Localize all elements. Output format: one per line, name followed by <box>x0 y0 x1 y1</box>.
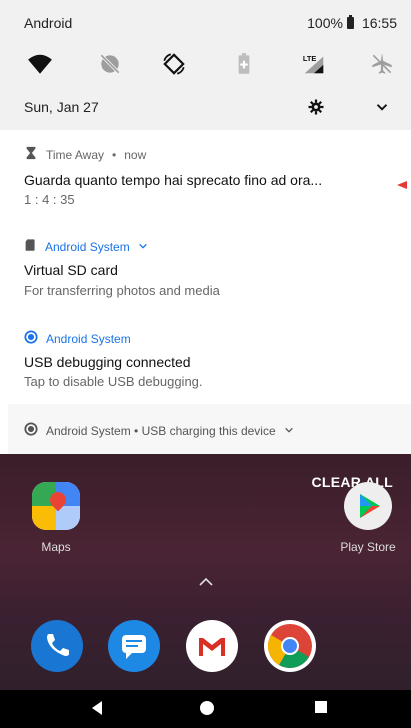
chevron-down-icon[interactable] <box>138 240 148 254</box>
notification-body: Tap to disable USB debugging. <box>24 374 203 389</box>
lte-label: LTE <box>303 54 316 63</box>
separator-dot: • <box>112 147 117 162</box>
notification-title: Virtual SD card <box>24 262 118 278</box>
notification-title: Guarda quanto tempo hai sprecato fino ad… <box>24 172 323 188</box>
app-label: Maps <box>41 540 71 554</box>
date-row: Sun, Jan 27 <box>0 90 411 128</box>
battery-saver-icon[interactable] <box>230 50 258 78</box>
recents-button[interactable] <box>314 700 328 719</box>
chrome-app-icon[interactable] <box>264 620 316 672</box>
gmail-app-icon[interactable] <box>186 620 238 672</box>
notification-header: Time Away • now <box>24 146 146 163</box>
app-maps[interactable]: Maps <box>26 482 86 554</box>
chevron-down-icon[interactable] <box>284 424 294 438</box>
notification-app-name: Android System <box>46 331 131 346</box>
notification-title: USB debugging connected <box>24 354 191 370</box>
notification-usb-debugging[interactable]: Android System USB debugging connected T… <box>8 314 411 405</box>
do-not-disturb-off-icon[interactable] <box>96 50 124 78</box>
quick-settings-panel: Android 100% 16:55 LTE Sun, Jan 27 <box>0 0 411 130</box>
play-store-icon <box>344 482 392 530</box>
back-button[interactable] <box>90 700 104 721</box>
wifi-icon[interactable] <box>26 50 54 78</box>
notification-app-name: Android System <box>45 239 130 254</box>
collapsed-notification-text: Android System • USB charging this devic… <box>46 423 276 438</box>
app-drawer-chevron-icon[interactable] <box>198 574 214 586</box>
maps-icon <box>32 482 80 530</box>
airplane-mode-icon[interactable] <box>368 50 396 78</box>
notification-header: Android System • USB charging this devic… <box>24 422 294 439</box>
auto-rotate-icon[interactable] <box>160 50 188 78</box>
expand-chevron-icon[interactable] <box>373 98 391 116</box>
home-button[interactable] <box>199 700 215 721</box>
status-bar: Android 100% 16:55 <box>0 0 411 42</box>
battery-icon <box>346 15 354 29</box>
notification-header: Android System <box>24 330 131 347</box>
notification-virtual-sd[interactable]: Android System Virtual SD card For trans… <box>8 222 411 315</box>
hourglass-icon <box>24 146 38 163</box>
dock <box>0 612 411 680</box>
carrier-label: Android <box>24 15 73 31</box>
lte-signal-icon[interactable]: LTE <box>300 50 328 78</box>
status-right: 100% 16:55 <box>307 15 397 31</box>
android-system-icon <box>24 422 38 439</box>
red-arrow-indicator <box>397 176 411 194</box>
android-system-icon <box>24 330 38 347</box>
clock: 16:55 <box>361 15 397 31</box>
navigation-bar <box>0 690 411 728</box>
phone-app-icon[interactable] <box>31 620 83 672</box>
home-screen: CLEAR ALL Maps Play Store <box>0 454 411 728</box>
notification-time-away[interactable]: Time Away • now Guarda quanto tempo hai … <box>8 130 411 223</box>
notification-app-name: Time Away <box>46 147 105 162</box>
notification-header: Android System <box>24 238 148 255</box>
settings-gear-icon[interactable] <box>307 98 325 116</box>
messages-app-icon[interactable] <box>108 620 160 672</box>
notification-usb-charging[interactable]: Android System • USB charging this devic… <box>8 404 411 455</box>
app-label: Play Store <box>340 540 396 554</box>
quick-settings-tiles: LTE <box>0 44 411 84</box>
battery-percent: 100% <box>307 15 343 31</box>
sd-card-icon <box>24 238 37 255</box>
notification-body: For transferring photos and media <box>24 283 220 298</box>
app-play-store[interactable]: Play Store <box>338 482 398 554</box>
notification-time: now <box>124 147 147 162</box>
date-label: Sun, Jan 27 <box>24 99 99 115</box>
notification-body: 1 : 4 : 35 <box>24 192 75 207</box>
